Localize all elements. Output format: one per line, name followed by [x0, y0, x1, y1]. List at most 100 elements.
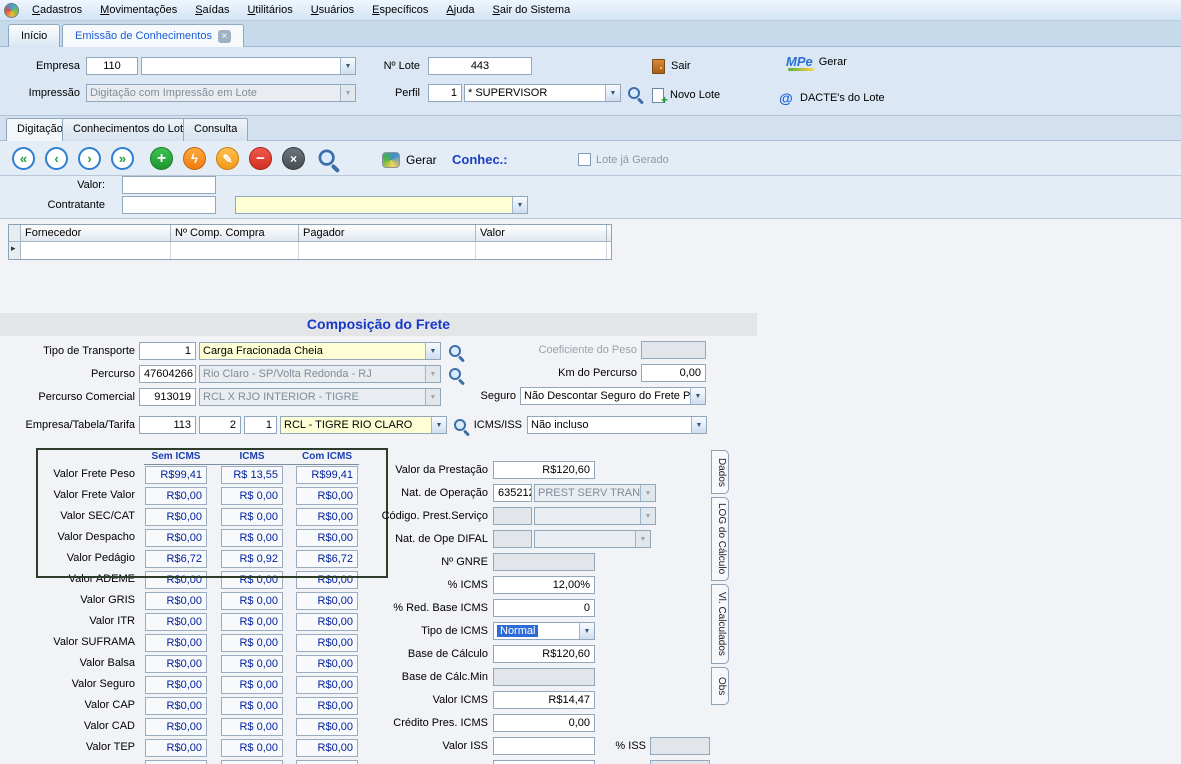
valores-field-sem[interactable]: R$0,00 [145, 487, 207, 505]
percurso-combo[interactable]: Rio Claro - SP/Volta Redonda - RJ ▼ [199, 365, 441, 383]
valores-field-sem[interactable]: R$0,00 [145, 592, 207, 610]
valores-field-icms[interactable]: R$ 0,00 [221, 487, 283, 505]
previous-record-button[interactable] [45, 147, 68, 170]
km-percurso-field[interactable]: 0,00 [641, 364, 706, 382]
base-calc-min-field[interactable] [493, 668, 595, 686]
tipo-transporte-combo[interactable]: Carga Fracionada Cheia ▼ [199, 342, 441, 360]
valores-field-icms[interactable]: R$ 0,00 [221, 697, 283, 715]
valores-field-icms[interactable]: R$ 0,00 [221, 571, 283, 589]
menu-item[interactable]: Específicos [363, 0, 437, 21]
grid-column-header[interactable]: Fornecedor [21, 225, 171, 241]
menu-item[interactable]: Usuários [302, 0, 363, 21]
tabela-numero-field[interactable]: 2 [199, 416, 241, 434]
valores-field-icms[interactable] [221, 760, 283, 764]
dacte-lote-button[interactable]: DACTE's do Lote [778, 88, 885, 108]
grid-column-header[interactable]: Valor [476, 225, 607, 241]
add-record-button[interactable] [150, 147, 173, 170]
valores-field-icms[interactable]: R$ 0,00 [221, 634, 283, 652]
cancel-button[interactable] [282, 147, 305, 170]
perfil-number-field[interactable]: 1 [428, 84, 462, 102]
side-tab-dados[interactable]: Dados [711, 450, 729, 494]
valores-field-sem[interactable]: R$0,00 [145, 697, 207, 715]
menu-item[interactable]: Sair do Sistema [484, 0, 580, 21]
percurso-comercial-number-field[interactable]: 913019 [139, 388, 196, 406]
impressao-combo[interactable]: Digitação com Impressão em Lote ▼ [86, 84, 356, 102]
next-record-button[interactable] [78, 147, 101, 170]
empresa-combo[interactable]: ▼ [141, 57, 356, 75]
sair-button[interactable]: Sair [652, 56, 691, 76]
quick-action-button[interactable] [183, 147, 206, 170]
pct-irpf-field[interactable] [650, 760, 710, 764]
codigo-prest-combo[interactable]: ▼ [534, 507, 656, 525]
icms-iss-combo[interactable]: Não incluso ▼ [527, 416, 707, 434]
valores-field-sem[interactable]: R$99,41 [145, 466, 207, 484]
valores-field-icms[interactable]: R$ 0,92 [221, 550, 283, 568]
chevron-down-icon[interactable]: ▼ [579, 623, 594, 639]
pct-iss-field[interactable] [650, 737, 710, 755]
side-tab-vl-calculados[interactable]: Vl. Calculados [711, 584, 729, 664]
empresa-field[interactable]: 110 [86, 57, 138, 75]
seguro-combo[interactable]: Não Descontar Seguro do Frete P ▼ [520, 387, 706, 405]
grid-data-row[interactable] [9, 242, 611, 259]
nat-operacao-combo[interactable]: PREST SERV TRANSI ▼ [534, 484, 656, 502]
tipo-transporte-number-field[interactable]: 1 [139, 342, 196, 360]
percurso-number-field[interactable]: 47604266 [139, 365, 196, 383]
valores-field-icms[interactable]: R$ 0,00 [221, 655, 283, 673]
side-tab-log-do-c-lculo[interactable]: LOG do Cálculo [711, 497, 729, 581]
chevron-down-icon[interactable]: ▼ [425, 366, 440, 382]
valores-field-icms[interactable]: R$ 0,00 [221, 508, 283, 526]
prestacao-field[interactable]: R$120,60 [493, 461, 595, 479]
valores-field-icms[interactable]: R$ 13,55 [221, 466, 283, 484]
first-record-button[interactable] [12, 147, 35, 170]
search-icon[interactable] [317, 148, 339, 170]
close-tab-icon[interactable]: × [218, 30, 231, 43]
chevron-down-icon[interactable]: ▼ [425, 343, 440, 359]
chevron-down-icon[interactable]: ▼ [512, 197, 527, 213]
tipo-transporte-search-icon[interactable] [448, 344, 464, 360]
tabela-empresa-field[interactable]: 113 [139, 416, 196, 434]
menu-item[interactable]: Ajuda [437, 0, 483, 21]
percurso-search-icon[interactable] [448, 367, 464, 383]
valores-field-sem[interactable]: R$6,72 [145, 550, 207, 568]
chevron-down-icon[interactable]: ▼ [640, 485, 655, 501]
valor-field[interactable] [122, 176, 216, 194]
menu-item[interactable]: Utilitários [238, 0, 301, 21]
red-base-icms-field[interactable]: 0 [493, 599, 595, 617]
valores-field-sem[interactable]: R$0,00 [145, 634, 207, 652]
menu-item[interactable]: Cadastros [23, 0, 91, 21]
gerar-mpe-button[interactable]: MPe Gerar [786, 52, 847, 72]
subtab-conhecimentos-do-lote[interactable]: Conhecimentos do Lote [62, 118, 200, 141]
tab-emissao-conhecimentos[interactable]: Emissão de Conhecimentos × [62, 24, 244, 47]
coeficiente-peso-field[interactable] [641, 341, 706, 359]
chevron-down-icon[interactable]: ▼ [640, 508, 655, 524]
subtab-consulta[interactable]: Consulta [183, 118, 248, 141]
valores-field-sem[interactable] [145, 760, 207, 764]
contratante-code-field[interactable] [122, 196, 216, 214]
novo-lote-button[interactable]: Novo Lote [652, 85, 720, 105]
credito-pres-icms-field[interactable]: 0,00 [493, 714, 595, 732]
base-calculo-field[interactable]: R$120,60 [493, 645, 595, 663]
delete-record-button[interactable] [249, 147, 272, 170]
grid-cell[interactable] [171, 242, 299, 259]
chevron-down-icon[interactable]: ▼ [691, 417, 706, 433]
pct-icms-field[interactable]: 12,00% [493, 576, 595, 594]
menu-item[interactable]: Saídas [186, 0, 238, 21]
last-record-button[interactable] [111, 147, 134, 170]
gerar-button[interactable]: Gerar [382, 150, 437, 170]
contratante-combo[interactable]: ▼ [235, 196, 528, 214]
nat-operacao-number-field[interactable]: 635212 [493, 484, 532, 502]
chevron-down-icon[interactable]: ▼ [605, 85, 620, 101]
valores-field-sem[interactable]: R$0,00 [145, 613, 207, 631]
nat-difal-combo[interactable]: ▼ [534, 530, 651, 548]
menu-item[interactable]: Movimentações [91, 0, 186, 21]
chevron-down-icon[interactable]: ▼ [635, 531, 650, 547]
gnre-field[interactable] [493, 553, 595, 571]
chevron-down-icon[interactable]: ▼ [340, 85, 355, 101]
grid-column-header[interactable]: Nº Comp. Compra [171, 225, 299, 241]
valores-field-sem[interactable]: R$0,00 [145, 508, 207, 526]
edit-record-button[interactable] [216, 147, 239, 170]
tabela-tarifa-field[interactable]: 1 [244, 416, 277, 434]
valor-iss-field[interactable] [493, 737, 595, 755]
valor-irpf-field[interactable] [493, 760, 595, 764]
grid-column-header[interactable]: Pagador [299, 225, 476, 241]
